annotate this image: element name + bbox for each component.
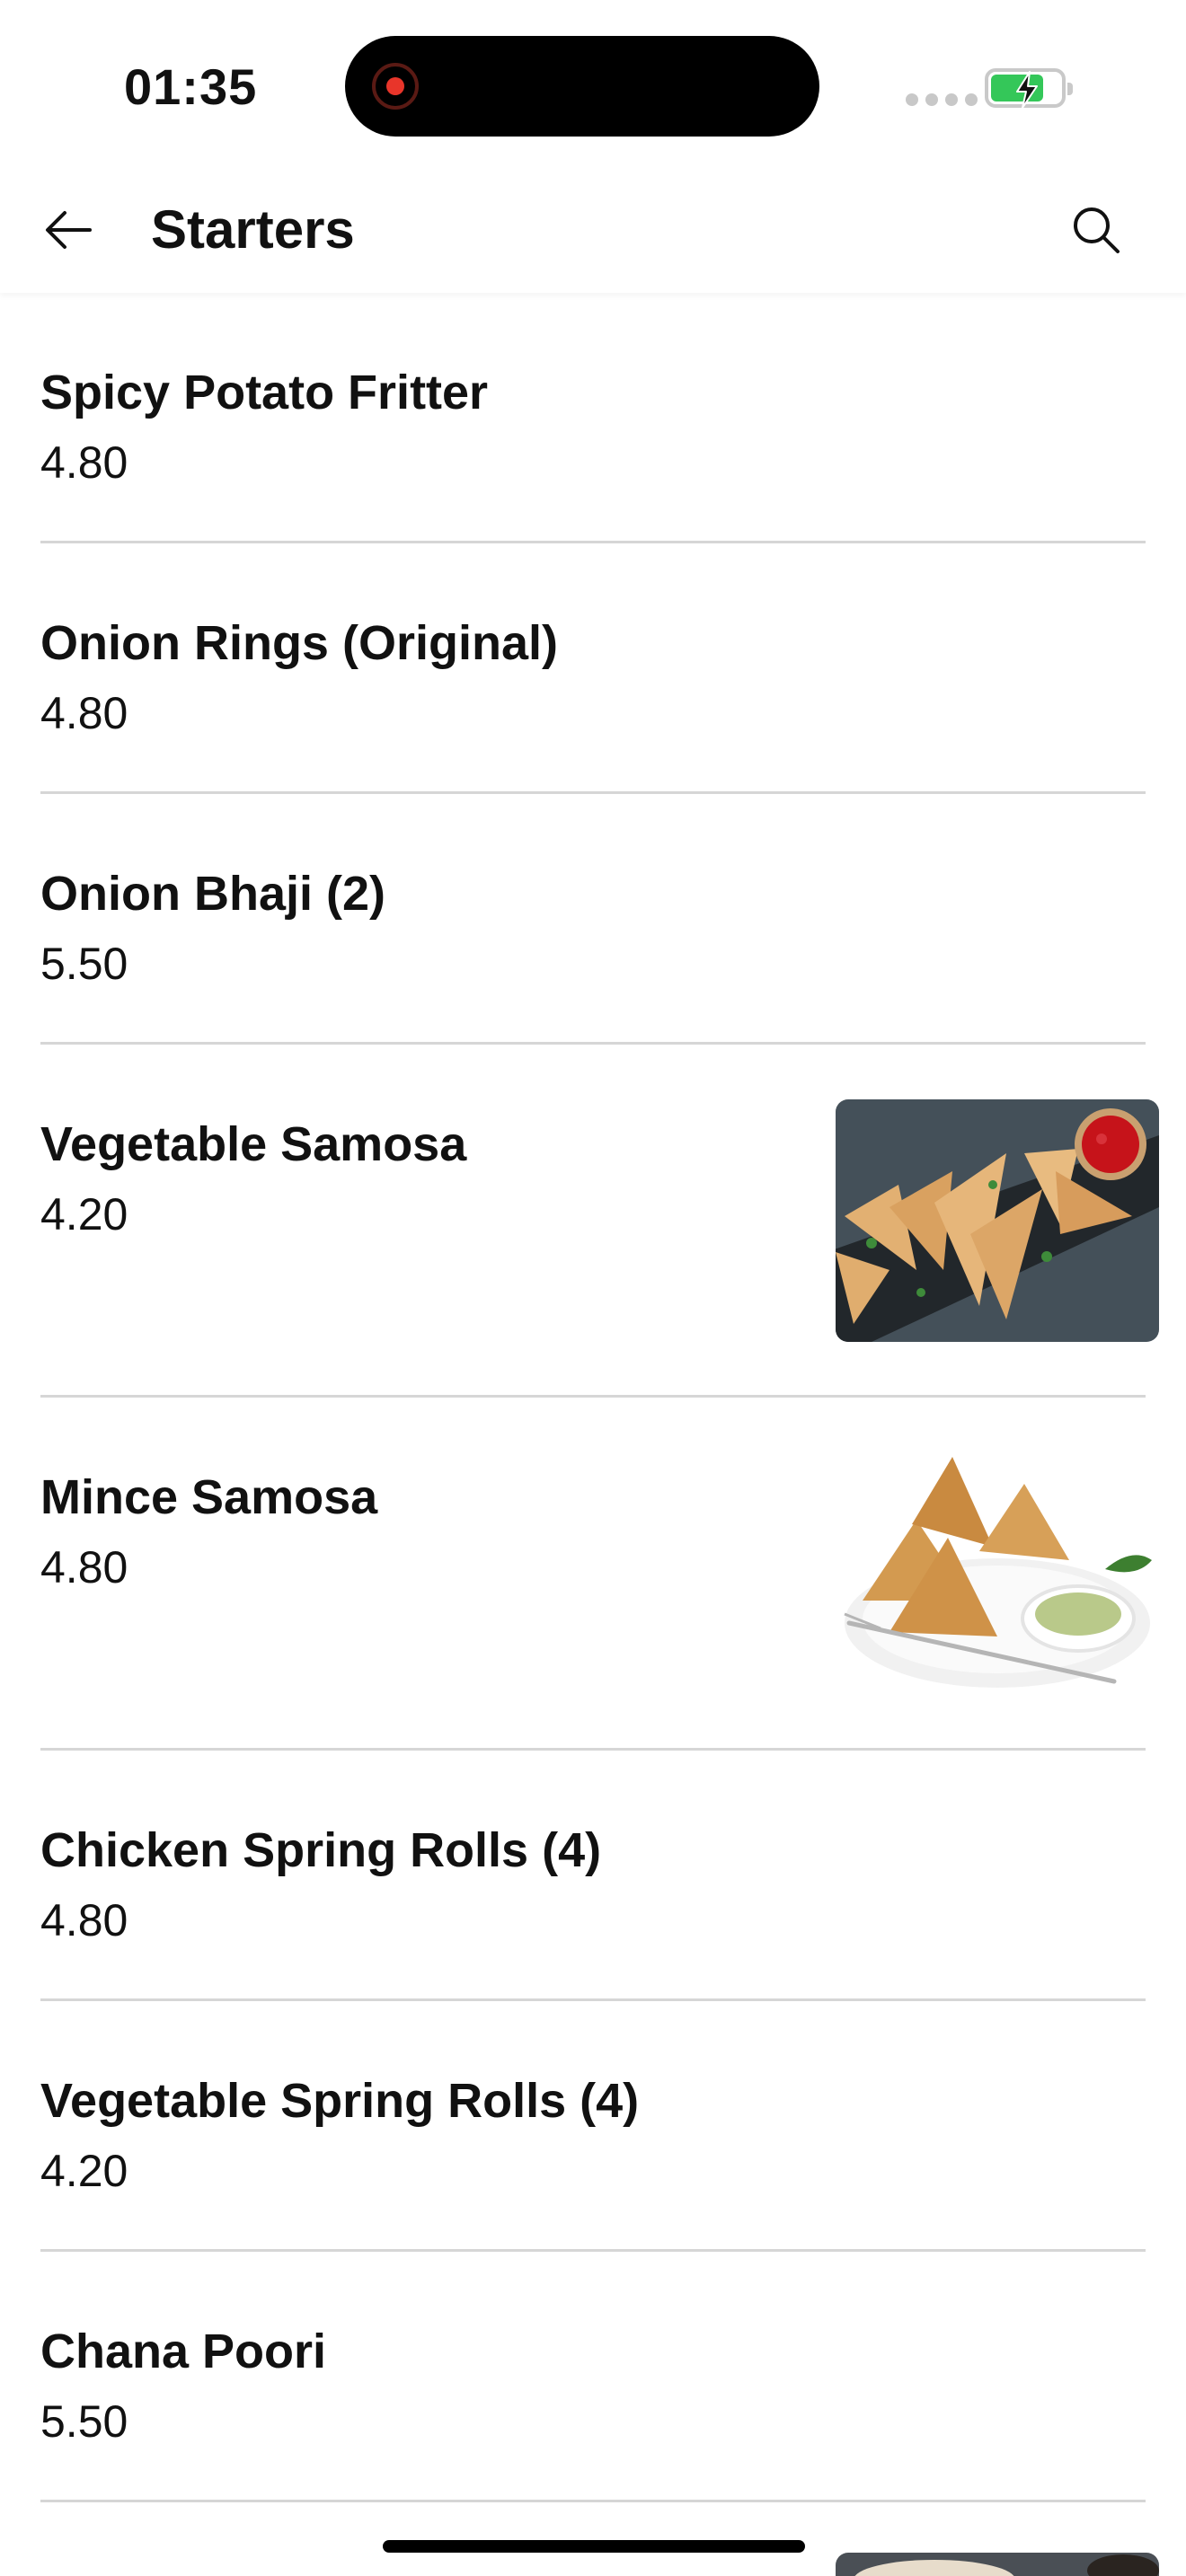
menu-item[interactable]: Mince Samosa 4.80 [0,1398,1186,1751]
menu-item-photo[interactable] [836,1452,1159,1695]
menu-item-name: Onion Rings (Original) [40,616,558,670]
menu-item[interactable]: Vegetable Samosa 4.20 [0,1045,1186,1398]
home-indicator[interactable] [383,2540,805,2553]
dynamic-island [345,36,819,137]
menu-item-name: Chicken Spring Rolls (4) [40,1823,602,1877]
top-app-bar: Starters [0,171,1186,293]
menu-item[interactable]: Vegetable Spring Rolls (4) 4.20 [0,2001,1186,2252]
page-title: Starters [151,199,355,260]
menu-item-price: 4.20 [40,1189,128,1239]
menu-item-name: Mince Samosa [40,1470,378,1524]
back-button[interactable] [32,198,104,262]
menu-item-price: 4.80 [40,437,128,488]
menu-item-name: Onion Bhaji (2) [40,867,385,921]
menu-item-price: 4.20 [40,2146,128,2196]
menu-item[interactable]: Onion Bhaji (2) 5.50 [0,794,1186,1045]
recording-icon [372,63,419,110]
menu-item-photo[interactable] [836,1099,1159,1342]
menu-item-name: Vegetable Samosa [40,1117,467,1171]
status-time: 01:35 [124,58,258,115]
cellular-signal-icon [906,93,978,106]
menu-item[interactable]: Spicy Potato Fritter 4.80 [0,293,1186,543]
search-icon [1074,207,1120,253]
menu-item-price: 5.50 [40,939,128,989]
battery-charging-icon [985,68,1073,109]
menu-item-price: 4.80 [40,1895,128,1945]
menu-item-photo-partial[interactable] [836,2553,1159,2576]
menu-item-list: Spicy Potato Fritter 4.80 Onion Rings (O… [0,293,1186,2502]
search-button[interactable] [1060,194,1132,266]
menu-item-price: 4.80 [40,1542,128,1592]
divider [40,2500,1146,2502]
menu-item-price: 4.80 [40,688,128,738]
menu-item-price: 5.50 [40,2396,128,2447]
status-bar: 01:35 [0,0,1186,171]
arrow-left-icon [46,211,92,249]
menu-item[interactable]: Onion Rings (Original) 4.80 [0,543,1186,794]
menu-item[interactable]: Chicken Spring Rolls (4) 4.80 [0,1751,1186,2001]
menu-item-name: Vegetable Spring Rolls (4) [40,2074,640,2128]
menu-item[interactable]: Chana Poori 5.50 [0,2252,1186,2502]
menu-item-name: Chana Poori [40,2325,327,2378]
menu-item-name: Spicy Potato Fritter [40,366,489,419]
